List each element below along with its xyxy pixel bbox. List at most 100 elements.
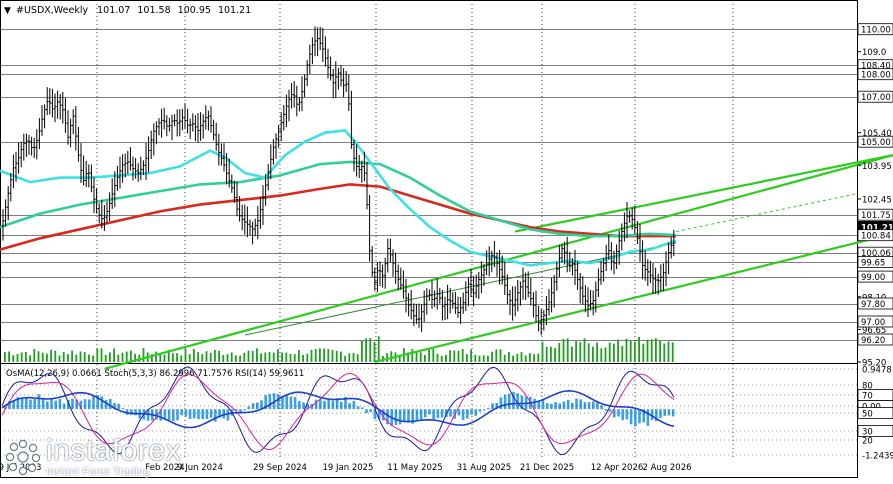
- ohlc-close: 101.21: [218, 5, 251, 16]
- volume-bar: [470, 349, 472, 362]
- osma-bar: [29, 399, 32, 410]
- volume-bar: [176, 353, 178, 362]
- volume-bar: [583, 338, 586, 362]
- volume-bar: [163, 354, 166, 362]
- osma-bar: [100, 396, 104, 410]
- volume-bar: [155, 351, 157, 362]
- volume-bar: [310, 349, 313, 362]
- osma-bar: [461, 409, 465, 420]
- volume-bar: [222, 354, 225, 362]
- osma-bar: [340, 401, 343, 410]
- time-label: 31 Aug 2025: [457, 463, 511, 473]
- osma-bar: [352, 400, 356, 410]
- volume-bar: [188, 354, 191, 362]
- volume-bar: [625, 338, 628, 362]
- osma-bar: [592, 401, 595, 410]
- price-level-label: 97.80: [861, 300, 885, 310]
- osma-bar: [58, 398, 62, 410]
- volume-bar: [449, 350, 451, 362]
- volume-bar: [361, 340, 363, 362]
- brand-logo: instaforex Instant Forex Trading: [4, 436, 181, 478]
- volume-bar: [474, 354, 477, 362]
- volume-bar: [512, 355, 514, 362]
- volume-bar: [281, 352, 283, 362]
- volume-bar: [587, 343, 590, 362]
- volume-bar: [629, 340, 632, 362]
- volume-bar: [83, 352, 86, 362]
- osma-bar: [243, 409, 246, 411]
- osma-bar: [646, 409, 650, 426]
- osma-bar: [33, 398, 36, 410]
- osma-bar: [659, 409, 662, 418]
- volume-bar: [92, 355, 94, 362]
- osc-tick-label: -1.2439: [862, 452, 893, 462]
- grid: [0, 0, 858, 478]
- volume-bar: [562, 338, 565, 362]
- volume-bar: [340, 351, 342, 362]
- symbol-arrow-icon: ▼: [4, 6, 11, 16]
- osma-bar: [487, 408, 490, 410]
- osma-bar: [403, 409, 406, 423]
- volume-bar: [348, 353, 351, 362]
- volume-bar: [571, 346, 573, 362]
- volume-bar: [201, 354, 204, 362]
- time-label: 12 Apr 2026: [591, 463, 644, 473]
- ema-fast-line: [0, 129, 677, 267]
- price-tick-label: 109.0: [862, 48, 886, 58]
- volume-bar: [125, 351, 128, 362]
- volume-bar: [461, 349, 464, 362]
- volume-bar: [533, 354, 535, 362]
- volume-bar: [331, 350, 334, 362]
- volume-bar: [545, 346, 548, 362]
- osma-bar: [205, 409, 209, 419]
- volume-bar: [58, 355, 61, 362]
- time-label: 29 Sep 2024: [253, 463, 307, 473]
- moving-averages: [0, 129, 677, 267]
- price-chart[interactable]: 109.0105.40103.95102.4598.1096.6595.2011…: [0, 0, 893, 480]
- osma-bar: [293, 397, 297, 410]
- volume-bar: [487, 355, 489, 362]
- volume-bar: [499, 349, 502, 362]
- osma-bar: [247, 406, 251, 410]
- osma-bar: [415, 409, 419, 420]
- volume-bar: [54, 350, 57, 362]
- volume-bar: [104, 355, 107, 362]
- osma-bar: [457, 409, 461, 416]
- volume-bar: [608, 342, 611, 362]
- volume-bar: [634, 341, 636, 362]
- osma-bar: [41, 398, 45, 410]
- volume-bar: [46, 353, 48, 362]
- osma-bar: [663, 409, 666, 416]
- volume-bar: [596, 342, 598, 362]
- osma-bar: [419, 409, 423, 421]
- volume-bar: [25, 351, 27, 362]
- volume-bar: [142, 348, 145, 362]
- osma-bar: [117, 403, 120, 410]
- volume-bar: [478, 355, 481, 362]
- volume-bar: [436, 353, 439, 362]
- osc-tick-label: 50: [862, 410, 873, 420]
- volume-bar: [218, 350, 220, 362]
- osma-bar: [474, 409, 477, 416]
- osma-bar: [558, 403, 561, 410]
- osma-bar: [209, 409, 213, 418]
- volume-bar: [239, 355, 241, 362]
- osma-bar: [163, 409, 167, 419]
- osma-bar: [46, 401, 49, 410]
- volume-bar: [365, 338, 367, 362]
- osma-bar: [579, 399, 582, 410]
- volume-bar: [214, 349, 216, 362]
- osma-bar: [331, 400, 335, 410]
- volume-bar: [344, 355, 346, 362]
- volume-bar: [667, 341, 670, 362]
- osma-bar: [193, 409, 196, 419]
- volume-bar: [495, 349, 498, 362]
- osma-bar: [285, 395, 288, 410]
- volume-bar: [482, 355, 485, 362]
- brand-name: instaforex: [46, 434, 182, 467]
- volume-bar: [327, 349, 330, 362]
- volume-bar: [453, 350, 456, 362]
- volume-bar: [37, 351, 40, 362]
- volume-bar: [96, 348, 99, 362]
- price-series: [1, 26, 675, 336]
